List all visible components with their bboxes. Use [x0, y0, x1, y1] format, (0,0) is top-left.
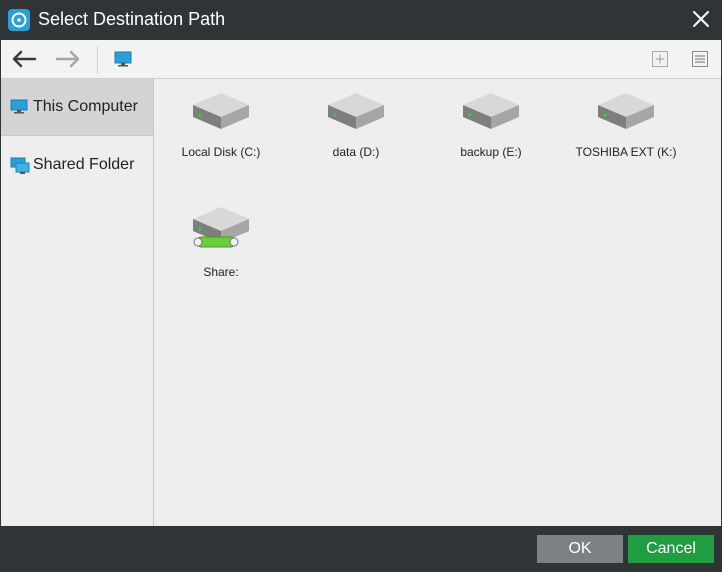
shared-folder-icon: [10, 157, 30, 174]
app-icon: [8, 9, 30, 31]
forward-arrow-icon[interactable]: [55, 48, 81, 70]
network-drive-icon: [193, 207, 249, 248]
toolbar-separator: [97, 46, 98, 74]
drive-label: backup (E:): [460, 145, 522, 159]
new-folder-icon[interactable]: [647, 48, 673, 70]
close-icon[interactable]: [690, 8, 712, 30]
drive-label: TOSHIBA EXT (K:): [575, 145, 677, 159]
computer-icon: [10, 99, 28, 115]
cancel-button[interactable]: Cancel: [628, 535, 714, 563]
hard-drive-icon: [598, 93, 654, 129]
select-destination-dialog: Select Destination Path This Computer Sh…: [0, 0, 722, 572]
drive-label: Share:: [203, 265, 239, 279]
drive-data-d[interactable]: data (D:): [289, 91, 423, 159]
sidebar: This Computer Shared Folder: [1, 79, 154, 526]
title-bar: Select Destination Path: [0, 0, 722, 40]
footer: OK Cancel: [0, 526, 722, 572]
content-area: This Computer Shared Folder Local Disk (…: [1, 79, 721, 526]
sidebar-item-label: Shared Folder: [33, 156, 135, 173]
drive-share[interactable]: Share:: [154, 205, 288, 279]
ok-button[interactable]: OK: [537, 535, 623, 563]
drive-backup-e[interactable]: backup (E:): [424, 91, 558, 159]
back-arrow-icon[interactable]: [11, 48, 37, 70]
toolbar: [1, 40, 721, 79]
hard-drive-icon: [193, 93, 249, 129]
hard-drive-icon: [328, 93, 384, 129]
drive-local-disk-c[interactable]: Local Disk (C:): [154, 91, 288, 159]
sidebar-item-this-computer[interactable]: This Computer: [1, 79, 153, 136]
computer-icon[interactable]: [110, 48, 136, 70]
drive-label: data (D:): [332, 145, 380, 159]
list-view-icon[interactable]: [687, 48, 713, 70]
sidebar-item-label: This Computer: [33, 98, 138, 115]
hard-drive-icon: [463, 93, 519, 129]
dialog-title: Select Destination Path: [38, 9, 226, 29]
sidebar-item-shared-folder[interactable]: Shared Folder: [1, 137, 153, 193]
drive-label: Local Disk (C:): [181, 145, 261, 159]
drive-toshiba-ext-k[interactable]: TOSHIBA EXT (K:): [559, 91, 693, 159]
